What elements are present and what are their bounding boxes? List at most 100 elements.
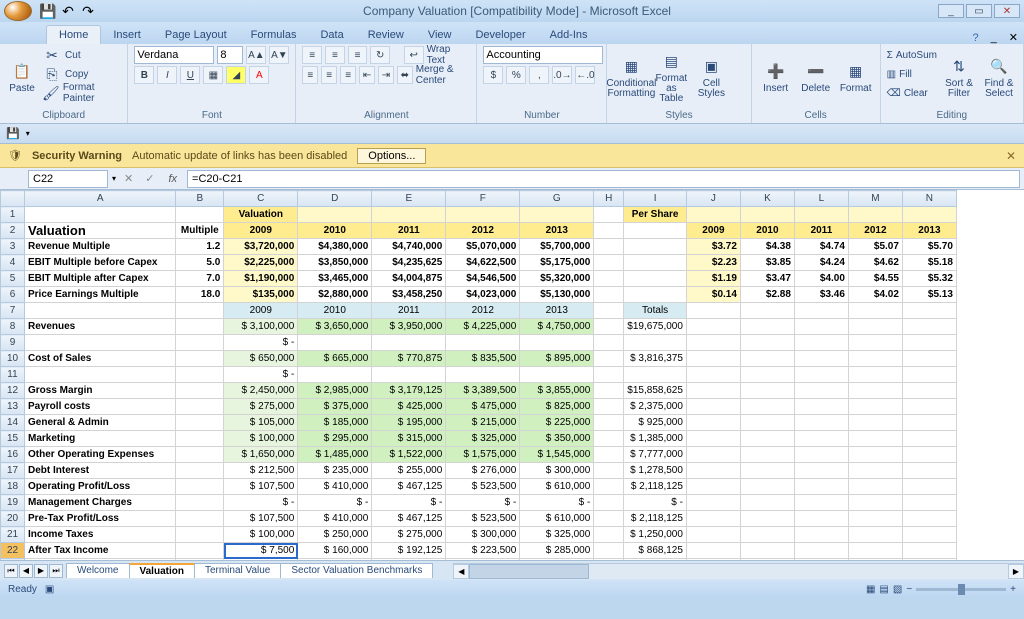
- cell[interactable]: [740, 447, 794, 463]
- cell[interactable]: [848, 367, 902, 383]
- header[interactable]: L: [794, 191, 848, 207]
- cell[interactable]: $ 4,750,000: [520, 319, 594, 335]
- cell[interactable]: $ 2,118,125: [624, 511, 687, 527]
- cell[interactable]: [740, 495, 794, 511]
- cell[interactable]: $1.19: [686, 271, 740, 287]
- cell[interactable]: [902, 463, 956, 479]
- header[interactable]: 3: [1, 239, 25, 255]
- cell[interactable]: 18.0: [176, 287, 224, 303]
- format-painter-button[interactable]: 🖌Format Painter: [42, 84, 121, 102]
- header[interactable]: G: [520, 191, 594, 207]
- currency-button[interactable]: $: [483, 66, 503, 84]
- header[interactable]: D: [298, 191, 372, 207]
- header[interactable]: C: [224, 191, 298, 207]
- cell[interactable]: $ 375,000: [298, 399, 372, 415]
- cell[interactable]: 2010: [298, 223, 372, 239]
- cell[interactable]: [686, 383, 740, 399]
- cell[interactable]: $2,880,000: [298, 287, 372, 303]
- cell[interactable]: $ 160,000: [298, 543, 372, 559]
- autosum-button[interactable]: Σ AutoSum: [887, 46, 937, 64]
- cell[interactable]: $ -: [224, 335, 298, 351]
- cell[interactable]: Revenues: [25, 319, 176, 335]
- cell[interactable]: $ 325,000: [446, 431, 520, 447]
- fx-cancel-icon[interactable]: ✕: [120, 172, 137, 185]
- header[interactable]: N: [902, 191, 956, 207]
- cell[interactable]: $ 425,000: [372, 399, 446, 415]
- header[interactable]: 8: [1, 319, 25, 335]
- cell[interactable]: [594, 367, 624, 383]
- dec-decimal-button[interactable]: ←.0: [575, 66, 595, 84]
- cell[interactable]: [740, 207, 794, 223]
- cell[interactable]: [686, 511, 740, 527]
- cell[interactable]: Pre-Tax Profit/Loss: [25, 511, 176, 527]
- cell[interactable]: 7.0: [176, 271, 224, 287]
- qat-undo-icon[interactable]: ↶: [58, 1, 78, 21]
- cell[interactable]: $2.88: [740, 287, 794, 303]
- cell[interactable]: [902, 351, 956, 367]
- cell[interactable]: $ -: [224, 495, 298, 511]
- cell[interactable]: 2012: [848, 223, 902, 239]
- cell[interactable]: $ 3,179,125: [372, 383, 446, 399]
- paste-button[interactable]: 📋 Paste: [6, 46, 38, 109]
- cell[interactable]: $ 275,000: [224, 399, 298, 415]
- cell[interactable]: $ 2,450,000: [224, 383, 298, 399]
- cell[interactable]: [848, 303, 902, 319]
- options-button[interactable]: Options...: [357, 148, 426, 164]
- cell[interactable]: $5.07: [848, 239, 902, 255]
- tab-insert[interactable]: Insert: [101, 26, 153, 44]
- cell[interactable]: [794, 319, 848, 335]
- header[interactable]: 7: [1, 303, 25, 319]
- save-icon[interactable]: 💾: [6, 127, 20, 140]
- cell[interactable]: [902, 399, 956, 415]
- cell[interactable]: [740, 463, 794, 479]
- cell[interactable]: [686, 351, 740, 367]
- cell[interactable]: $4.55: [848, 271, 902, 287]
- cell[interactable]: [794, 303, 848, 319]
- cell[interactable]: $ 107,500: [224, 479, 298, 495]
- header[interactable]: 23: [1, 559, 25, 561]
- cell[interactable]: $3,465,000: [298, 271, 372, 287]
- italic-button[interactable]: I: [157, 66, 177, 84]
- sheet-nav-next-icon[interactable]: ▶: [34, 564, 48, 578]
- cell[interactable]: $ 665,000: [298, 351, 372, 367]
- cell[interactable]: [902, 319, 956, 335]
- cell[interactable]: [25, 303, 176, 319]
- cell[interactable]: $ 523,500: [446, 479, 520, 495]
- header[interactable]: 18: [1, 479, 25, 495]
- cell[interactable]: $ 475,000: [446, 399, 520, 415]
- header[interactable]: K: [740, 191, 794, 207]
- cell[interactable]: [176, 351, 224, 367]
- cell[interactable]: $ -: [624, 495, 687, 511]
- cell[interactable]: [624, 223, 687, 239]
- cell[interactable]: $19,675,000: [624, 319, 687, 335]
- cell[interactable]: [224, 559, 298, 561]
- cell[interactable]: [740, 527, 794, 543]
- wrap-text-button[interactable]: ↩: [404, 46, 424, 64]
- cell[interactable]: 5.0: [176, 255, 224, 271]
- cell[interactable]: [594, 447, 624, 463]
- cell[interactable]: [594, 351, 624, 367]
- format-cells-button[interactable]: ▦Format: [838, 46, 874, 109]
- cell[interactable]: $5.70: [902, 239, 956, 255]
- sheet-tab[interactable]: Welcome: [66, 563, 130, 578]
- cell[interactable]: $ 215,000: [446, 415, 520, 431]
- cell[interactable]: [902, 207, 956, 223]
- cell[interactable]: [794, 495, 848, 511]
- cell[interactable]: $ 300,000: [446, 527, 520, 543]
- cell[interactable]: $ 300,000: [520, 463, 594, 479]
- qat-save-icon[interactable]: 💾: [38, 1, 58, 21]
- cell[interactable]: Valuation: [224, 207, 298, 223]
- cell[interactable]: [902, 367, 956, 383]
- zoom-in-button[interactable]: +: [1010, 584, 1016, 595]
- indent-dec-button[interactable]: ⇤: [359, 66, 375, 84]
- cell[interactable]: Price Earnings Multiple: [25, 287, 176, 303]
- cell[interactable]: [176, 511, 224, 527]
- cell[interactable]: $ 3,650,000: [298, 319, 372, 335]
- cell[interactable]: $4.74: [794, 239, 848, 255]
- cell[interactable]: [848, 527, 902, 543]
- align-middle-button[interactable]: ≡: [325, 46, 345, 64]
- cell[interactable]: Totals: [624, 303, 687, 319]
- cell[interactable]: [848, 479, 902, 495]
- tab-formulas[interactable]: Formulas: [239, 26, 309, 44]
- header[interactable]: 19: [1, 495, 25, 511]
